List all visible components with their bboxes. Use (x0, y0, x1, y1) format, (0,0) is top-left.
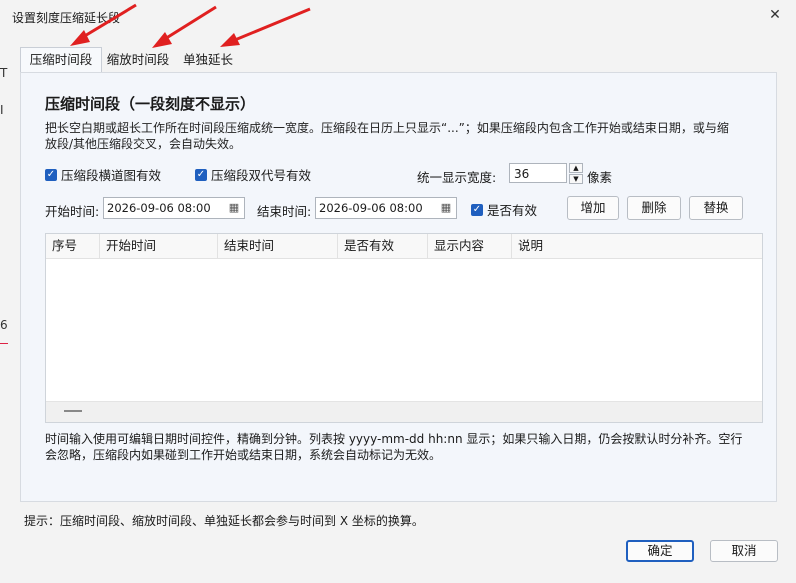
background-fragment: I (0, 103, 4, 117)
start-time-input[interactable]: 2026-09-06 08:00 ▦ (103, 197, 245, 219)
tab-panel: 压缩时间段（一段刻度不显示） 把长空白期或超长工作所在时间段压缩成统一宽度。压缩… (20, 72, 777, 502)
calendar-icon[interactable]: ▦ (439, 201, 453, 215)
is-valid-checkbox[interactable]: ✓ 是否有效 (471, 200, 537, 219)
tab-compress[interactable]: 压缩时间段 (20, 47, 102, 73)
start-time-label: 开始时间: (45, 204, 100, 219)
width-unit: 像素 (587, 170, 613, 185)
spin-down-icon[interactable]: ▼ (569, 174, 583, 184)
ok-button[interactable]: 确定 (626, 540, 694, 562)
replace-button[interactable]: 替换 (689, 196, 743, 220)
column-header[interactable]: 结束时间 (218, 234, 338, 258)
table-header: 序号 开始时间 结束时间 是否有效 显示内容 说明 (46, 234, 762, 259)
calendar-icon[interactable]: ▦ (227, 201, 241, 215)
horizontal-scrollbar[interactable] (46, 401, 762, 422)
width-label: 统一显示宽度: (417, 170, 497, 185)
checkbox-label: 压缩段双代号有效 (211, 168, 312, 183)
background-divider (0, 343, 8, 344)
section-description: 把长空白期或超长工作所在时间段压缩成统一宽度。压缩段在日历上只显示“...”；如… (45, 121, 729, 151)
footer-hint: 提示：压缩时间段、缩放时间段、单独延长都会参与时间到 X 坐标的换算。 (24, 514, 424, 528)
end-time-input[interactable]: 2026-09-06 08:00 ▦ (315, 197, 457, 219)
segments-table[interactable]: 序号 开始时间 结束时间 是否有效 显示内容 说明 (45, 233, 763, 423)
check-icon: ✓ (471, 203, 483, 216)
scroll-thumb[interactable] (64, 410, 82, 412)
tab-scale[interactable]: 缩放时间段 (101, 48, 175, 72)
close-icon: ✕ (769, 7, 781, 23)
width-input[interactable]: 36 (509, 163, 567, 183)
end-time-label: 结束时间: (257, 204, 312, 219)
add-button[interactable]: 增加 (567, 196, 619, 220)
column-header[interactable]: 序号 (46, 234, 100, 258)
spin-up-icon[interactable]: ▲ (569, 163, 583, 173)
title-bar: 设置刻度压缩延长段 ✕ (0, 0, 796, 30)
gantt-valid-checkbox[interactable]: ✓ 压缩段横道图有效 (45, 165, 161, 184)
width-spinner[interactable]: ▲ ▼ (569, 163, 583, 185)
background-fragment: 6 (0, 318, 8, 332)
column-header[interactable]: 开始时间 (100, 234, 218, 258)
column-header[interactable]: 显示内容 (428, 234, 512, 258)
cancel-button[interactable]: 取消 (710, 540, 778, 562)
window-title: 设置刻度压缩延长段 (12, 11, 121, 25)
tab-extend[interactable]: 单独延长 (176, 48, 240, 72)
section-heading: 压缩时间段（一段刻度不显示） (45, 95, 256, 113)
input-note: 时间输入使用可编辑日期时间控件，精确到分钟。列表按 yyyy-mm-dd hh:… (45, 432, 743, 462)
check-icon: ✓ (45, 168, 57, 181)
close-button[interactable]: ✕ (762, 4, 788, 26)
column-header[interactable]: 是否有效 (338, 234, 428, 258)
checkbox-label: 压缩段横道图有效 (61, 168, 162, 183)
end-time-value: 2026-09-06 08:00 (319, 201, 423, 215)
check-icon: ✓ (195, 168, 207, 181)
start-time-value: 2026-09-06 08:00 (107, 201, 211, 215)
dialog-window: 设置刻度压缩延长段 ✕ T I 6 压缩时间段 缩放时间段 单独延长 压缩时间段… (0, 0, 796, 583)
network-valid-checkbox[interactable]: ✓ 压缩段双代号有效 (195, 165, 311, 184)
checkbox-label: 是否有效 (487, 203, 538, 218)
column-header[interactable]: 说明 (512, 234, 762, 258)
background-fragment: T (0, 66, 8, 80)
delete-button[interactable]: 删除 (627, 196, 681, 220)
